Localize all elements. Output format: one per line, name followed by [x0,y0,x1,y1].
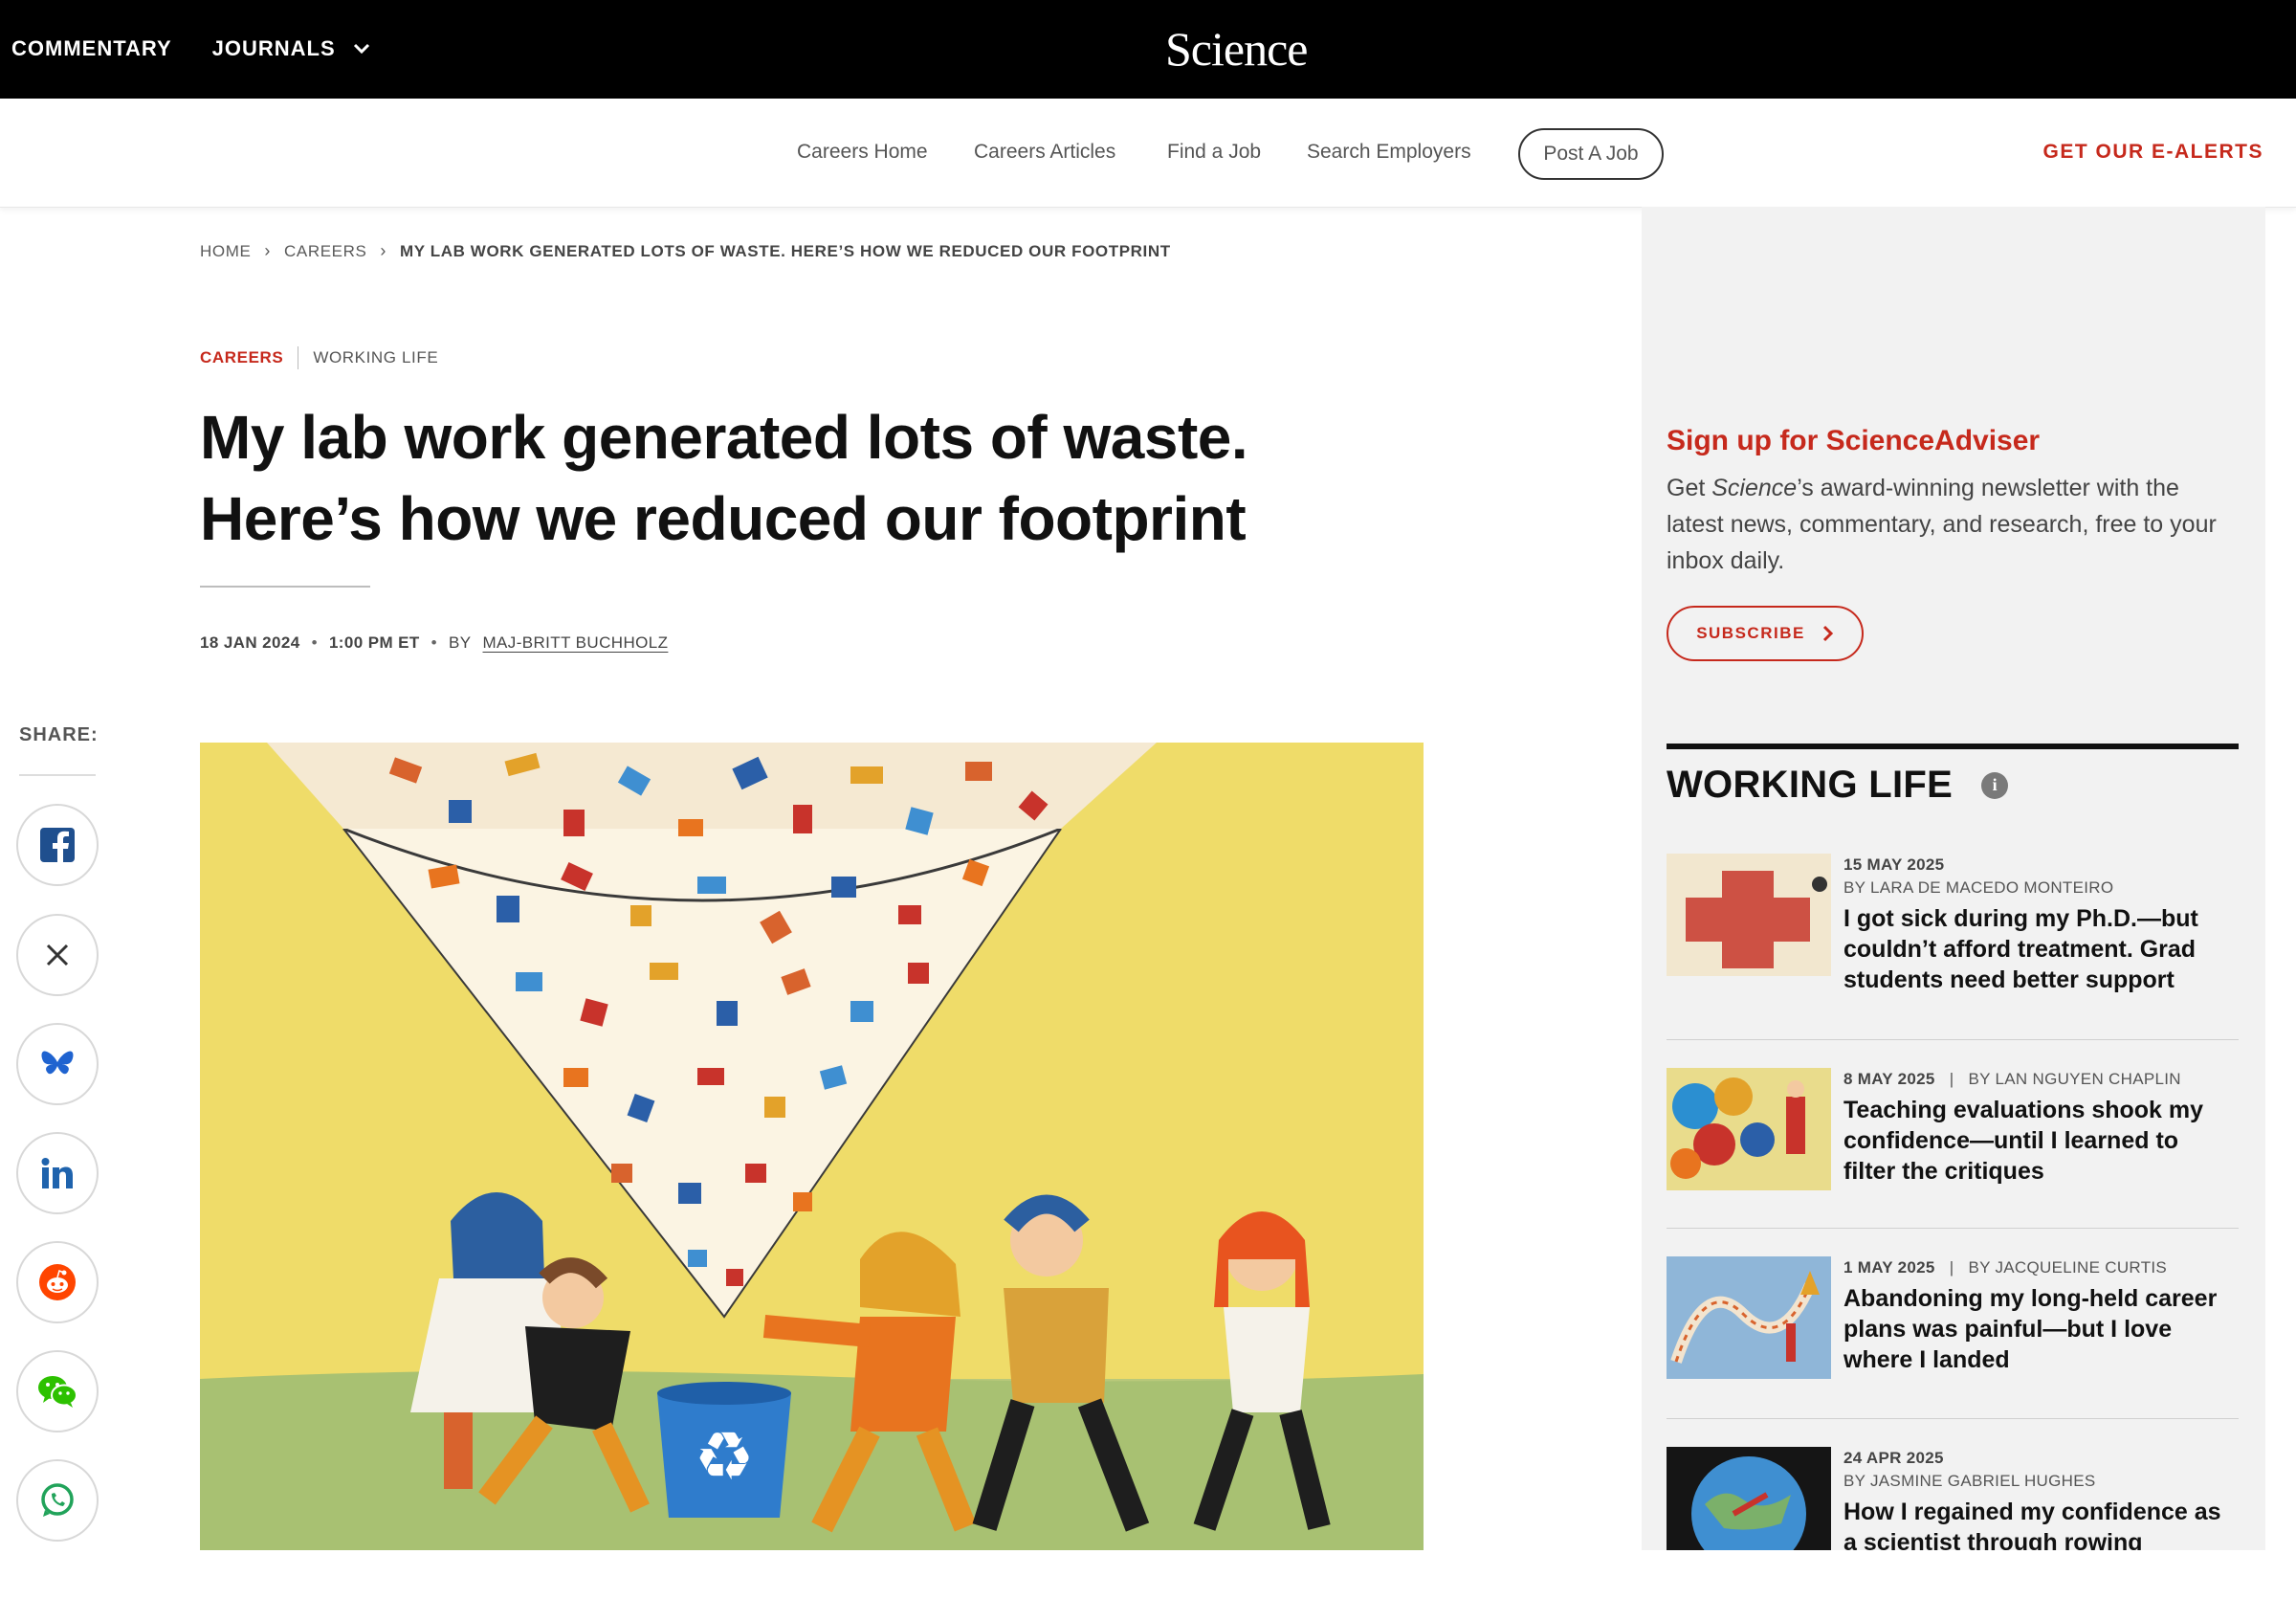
nav-careers-articles[interactable]: Careers Articles [974,141,1115,164]
bluesky-icon [41,1051,74,1075]
e-alerts-link[interactable]: GET OUR E-ALERTS [2042,141,2263,164]
newsletter-desc-pre: Get [1667,475,1712,501]
story-author: BY JACQUELINE CURTIS [1968,1258,2168,1277]
story-title[interactable]: I got sick during my Ph.D.—but couldn’t … [1843,903,2236,995]
maze-path-thumbnail [1667,1256,1831,1379]
share-bluesky-button[interactable] [16,1023,99,1105]
article-title-line2: Here’s how we reduced our footprint [200,484,1247,553]
working-life-header: WORKING LIFE i [1667,764,2009,807]
story-meta: 15 MAY 2025 BY LARA DE MACEDO MONTEIRO [1843,854,2113,899]
publish-date: 18 JAN 2024 [200,633,300,652]
article-title: My lab work generated lots of waste. Her… [200,397,1444,560]
breadcrumb: HOME › CAREERS › MY LAB WORK GENERATED L… [200,241,1171,261]
subscribe-button[interactable]: SUBSCRIBE [1667,606,1864,661]
chevron-right-icon [1822,625,1833,642]
story-title[interactable]: Teaching evaluations shook my confidence… [1843,1095,2236,1187]
share-linkedin-button[interactable] [16,1132,99,1214]
newsletter-description: Get Science’s award-winning newsletter w… [1667,470,2241,579]
article-title-line1: My lab work generated lots of waste. [200,403,1248,472]
subcategory-link[interactable]: WORKING LIFE [313,348,438,367]
nav-journals-label: JOURNALS [211,36,336,60]
publish-time: 1:00 PM ET [328,633,420,652]
post-a-job-button[interactable]: Post A Job [1518,128,1664,180]
story-meta: 24 APR 2025 BY JASMINE GABRIEL HUGHES [1843,1447,2096,1493]
linkedin-icon [41,1158,73,1188]
story-thumbnail [1667,854,1831,976]
top-header: COMMENTARY JOURNALS Science [0,0,2296,100]
byline: 18 JAN 2024 • 1:00 PM ET • BY MAJ-BRITT … [200,633,668,653]
story-author: BY JASMINE GABRIEL HUGHES [1843,1472,2096,1490]
nav-find-a-job[interactable]: Find a Job [1167,141,1261,164]
breadcrumb-home[interactable]: HOME [200,242,251,261]
share-reddit-button[interactable] [16,1241,99,1323]
working-life-rule [1667,744,2239,749]
story-date: 15 MAY 2025 [1843,855,1945,874]
reddit-icon [39,1264,76,1300]
story-item[interactable]: 8 MAY 2025 | BY LAN NGUYEN CHAPLIN Teach… [1667,1068,2239,1202]
science-logo[interactable]: Science [1165,21,1308,77]
story-author: BY LAN NGUYEN CHAPLIN [1968,1070,2181,1088]
top-nav: COMMENTARY JOURNALS [11,36,370,61]
hero-illustration: ♻ [200,743,1424,1550]
nav-journals[interactable]: JOURNALS [212,36,370,61]
share-divider [19,774,96,776]
newsletter-title: Sign up for ScienceAdviser [1667,425,2041,456]
share-whatsapp-button[interactable] [16,1459,99,1542]
whatsapp-icon [41,1483,74,1517]
breadcrumb-current: MY LAB WORK GENERATED LOTS OF WASTE. HER… [400,241,1171,260]
story-thumbnail [1667,1068,1831,1190]
viewport-bottom [0,1550,2296,1621]
article-kicker: CAREERS WORKING LIFE [200,346,438,369]
category-link[interactable]: CAREERS [200,348,283,367]
title-divider [200,586,370,588]
story-divider [1667,1228,2239,1229]
story-divider [1667,1418,2239,1419]
newsletter-desc-em: Science [1711,475,1798,501]
chevron-down-icon [353,43,369,55]
story-meta: 8 MAY 2025 | BY LAN NGUYEN CHAPLIN [1843,1070,2181,1088]
waste-funnel-illustration: ♻ [200,743,1424,1550]
svg-text:♻: ♻ [695,1417,755,1496]
breadcrumb-careers[interactable]: CAREERS [284,242,366,261]
careers-nav: Careers Home Careers Articles Find a Job… [0,99,2296,208]
x-icon [46,944,69,966]
colorful-bubbles-thumbnail [1667,1068,1831,1190]
red-cross-thumbnail [1667,854,1831,976]
working-life-title: WORKING LIFE [1667,764,1954,806]
story-meta: 1 MAY 2025 | BY JACQUELINE CURTIS [1843,1258,2168,1277]
story-date: 24 APR 2025 [1843,1449,1944,1467]
story-item[interactable]: 1 MAY 2025 | BY JACQUELINE CURTIS Abando… [1667,1256,2239,1390]
story-thumbnail [1667,1256,1831,1379]
story-date: 8 MAY 2025 [1843,1070,1935,1088]
story-date: 1 MAY 2025 [1843,1258,1935,1277]
chevron-right-icon: › [380,241,387,260]
share-x-button[interactable] [16,914,99,996]
wechat-icon [38,1376,77,1408]
info-icon[interactable]: i [1981,771,2009,799]
story-divider [1667,1039,2239,1040]
subscribe-label: SUBSCRIBE [1696,624,1805,642]
chevron-right-icon: › [264,241,272,260]
story-title[interactable]: Abandoning my long-held career plans was… [1843,1283,2236,1375]
nav-search-employers[interactable]: Search Employers [1307,141,1471,164]
story-author: BY LARA DE MACEDO MONTEIRO [1843,878,2114,897]
share-label: SHARE: [19,724,99,745]
facebook-icon [40,828,75,862]
share-wechat-button[interactable] [16,1350,99,1432]
author-link[interactable]: MAJ-BRITT BUCHHOLZ [483,633,669,653]
by-label: BY [449,633,472,652]
story-item[interactable]: 15 MAY 2025 BY LARA DE MACEDO MONTEIRO I … [1667,854,2239,1007]
story-title[interactable]: How I regained my confidence as a scient… [1843,1497,2236,1558]
share-facebook-button[interactable] [16,804,99,886]
nav-careers-home[interactable]: Careers Home [797,141,928,164]
byline-dot: • [430,633,438,652]
nav-commentary[interactable]: COMMENTARY [11,36,172,61]
byline-dot: • [311,633,318,652]
